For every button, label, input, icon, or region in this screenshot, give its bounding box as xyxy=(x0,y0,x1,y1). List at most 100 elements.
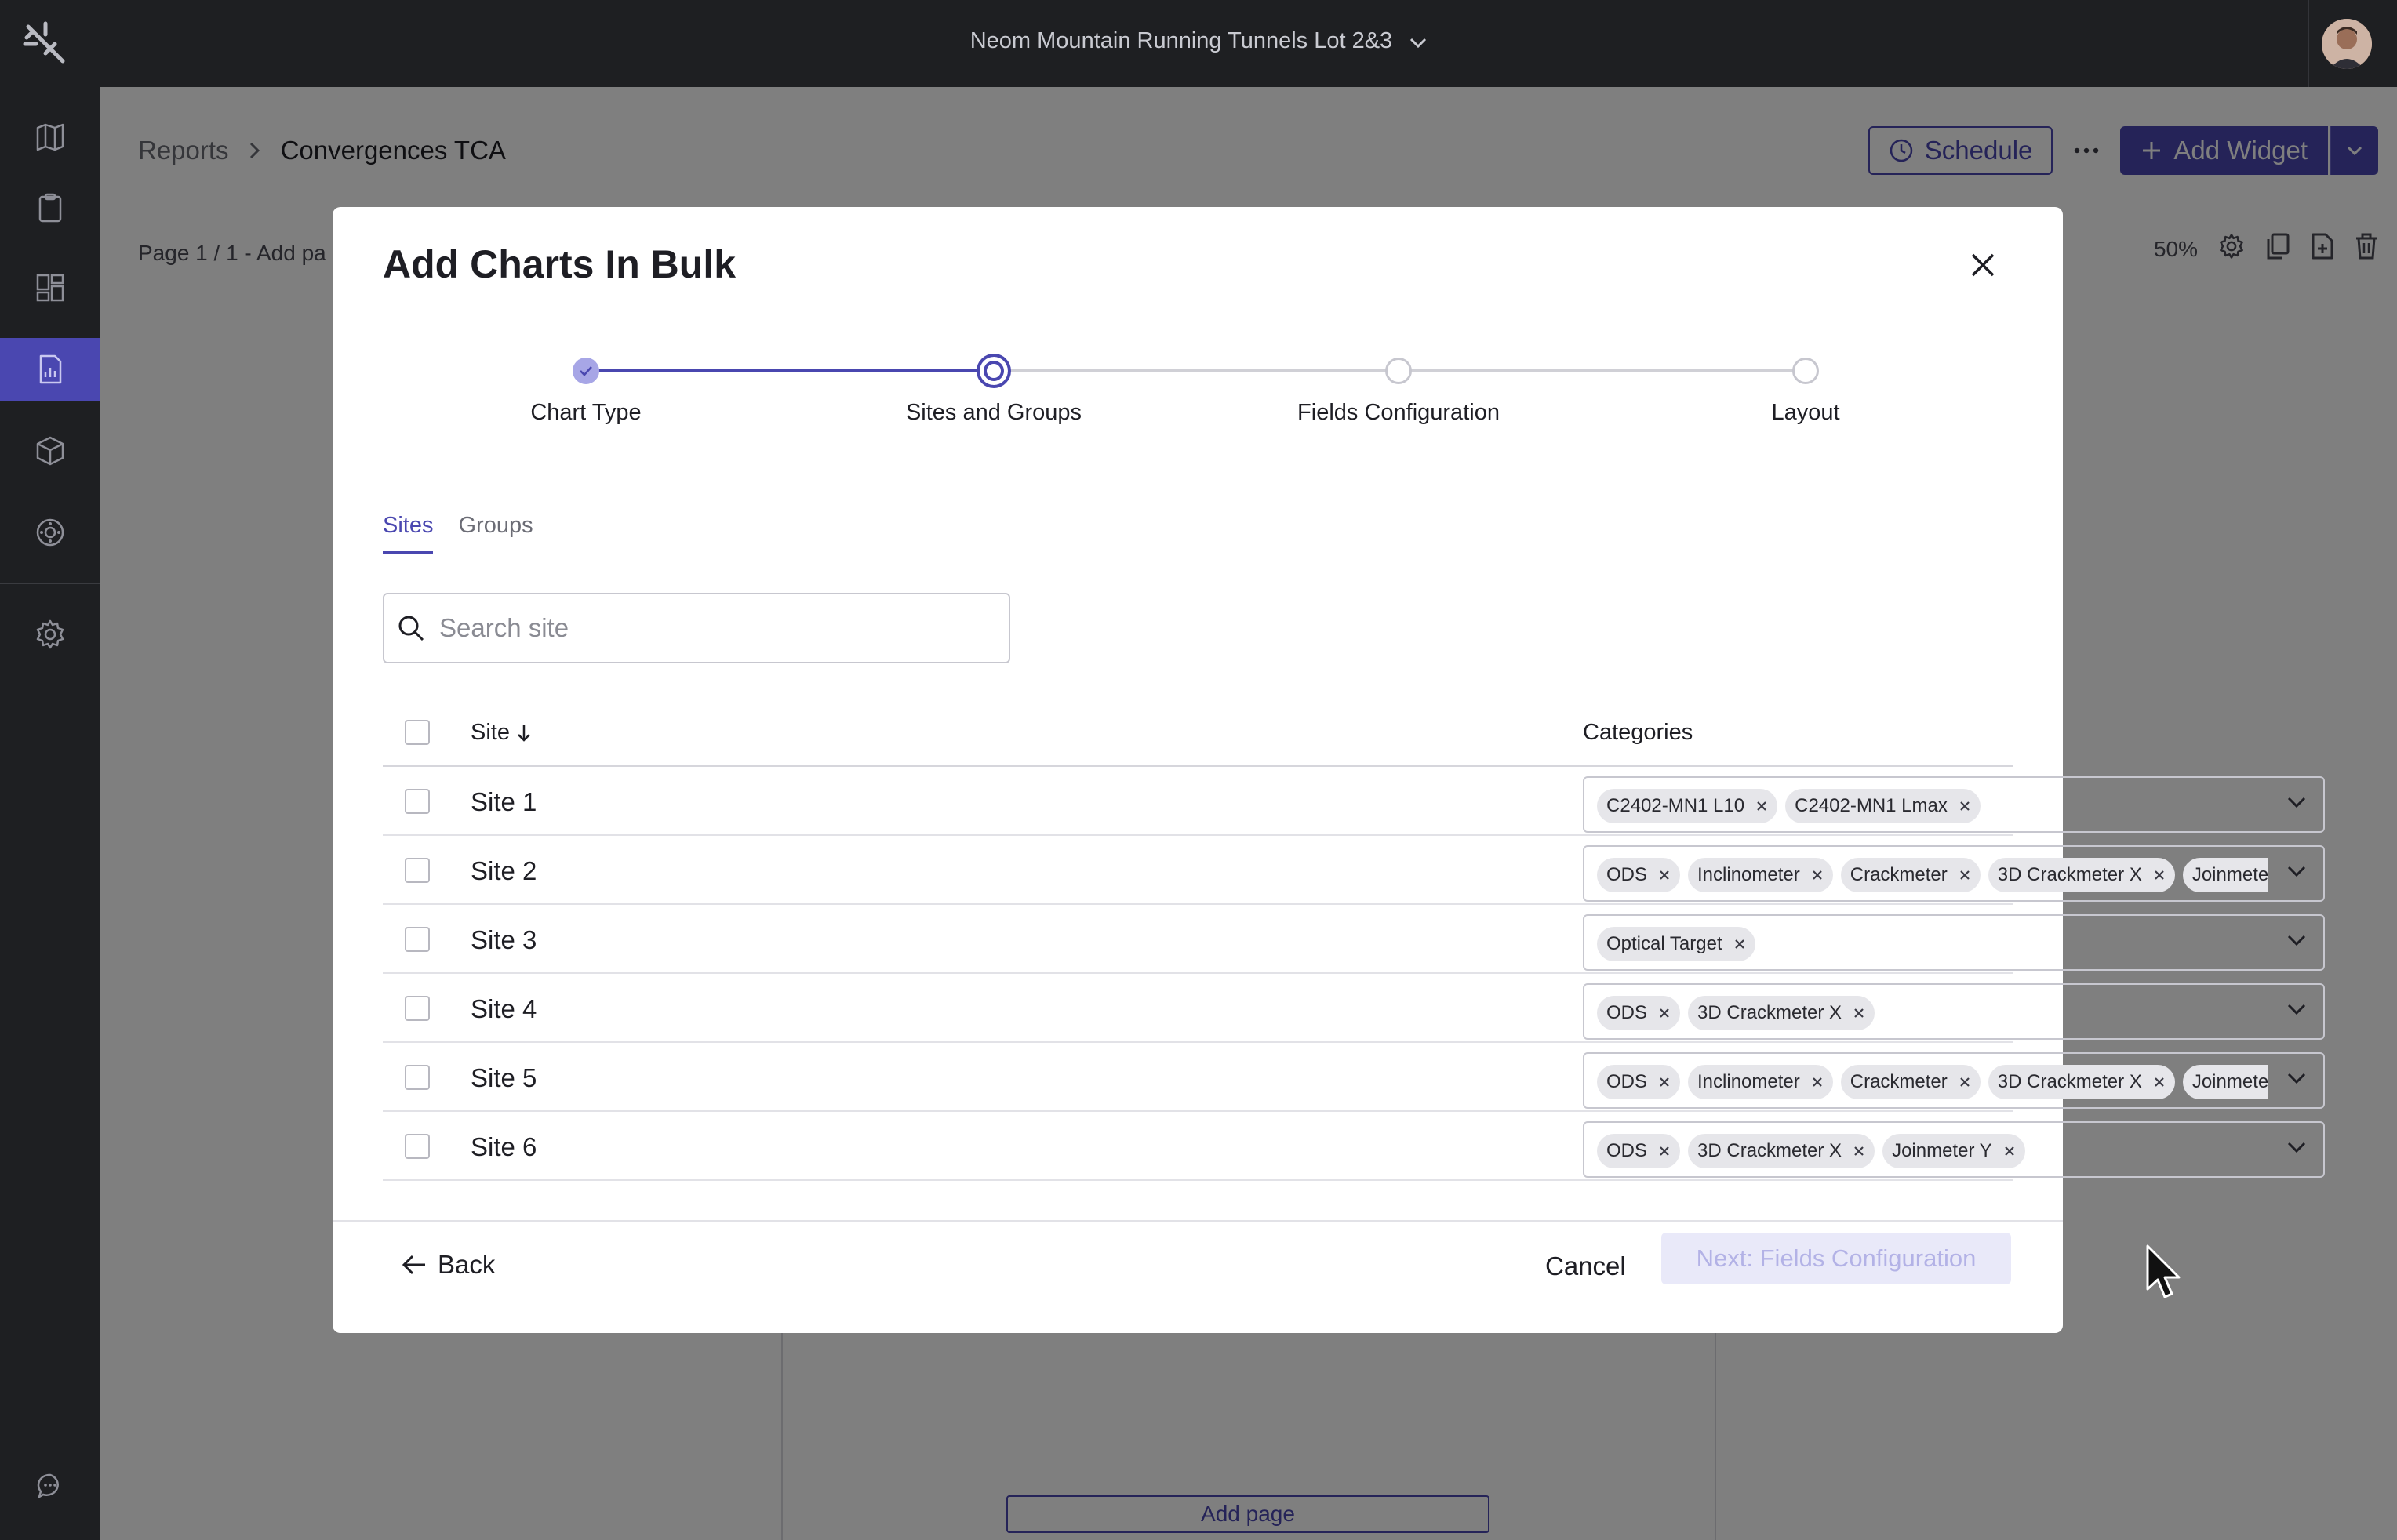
chevron-down-icon[interactable] xyxy=(2287,1073,2306,1088)
category-chip: ODS xyxy=(1597,996,1681,1030)
chevron-down-icon[interactable] xyxy=(2287,797,2306,812)
next-fields-configuration-button[interactable]: Next: Fields Configuration xyxy=(1661,1233,2011,1284)
sidebar-item-sensors[interactable] xyxy=(0,501,100,564)
sidebar-item-dashboard[interactable] xyxy=(0,256,100,319)
row-checkbox[interactable] xyxy=(405,1134,430,1159)
search-icon xyxy=(398,616,424,641)
category-chip-label: ODS xyxy=(1606,1071,1648,1092)
gear-icon xyxy=(36,619,64,649)
site-name: Site 5 xyxy=(471,1063,537,1092)
sidebar-item-clipboard[interactable] xyxy=(0,176,100,239)
sidebar-item-settings[interactable] xyxy=(0,603,100,666)
table-row[interactable]: Site 2 ODS Inclinometer Crackmeter 3D Crackm… xyxy=(383,836,2325,905)
site-name: Site 3 xyxy=(471,925,537,954)
remove-chip-close-icon[interactable] xyxy=(1811,1076,1824,1088)
remove-chip-close-icon[interactable] xyxy=(1733,938,1746,950)
dialog-footer-divider xyxy=(333,1220,2063,1222)
remove-chip-close-icon[interactable] xyxy=(1658,869,1671,881)
stepper-progress-line xyxy=(586,369,994,372)
cancel-button[interactable]: Cancel xyxy=(1545,1251,1626,1281)
table-row[interactable]: Site 6 ODS 3D Crackmeter X Joinmeter Y xyxy=(383,1112,2325,1181)
search-site-field[interactable] xyxy=(383,593,1010,663)
category-chip: C2402-MN1 L10 xyxy=(1597,789,1778,823)
back-button[interactable]: Back xyxy=(402,1250,495,1280)
step-label-layout: Layout xyxy=(1771,400,1840,425)
chevron-down-icon[interactable] xyxy=(2287,866,2306,881)
row-checkbox[interactable] xyxy=(405,1065,430,1090)
row-checkbox[interactable] xyxy=(405,789,430,814)
cube-icon xyxy=(36,436,64,466)
project-selector[interactable]: Neom Mountain Running Tunnels Lot 2&3 xyxy=(0,28,2397,55)
category-chip: Crackmeter xyxy=(1840,1065,1981,1099)
category-chip: ODS xyxy=(1597,858,1681,892)
chevron-down-icon xyxy=(1409,29,1427,55)
add-charts-bulk-dialog: Add Charts In Bulk Chart Type Sites and … xyxy=(333,207,2325,1333)
remove-chip-close-icon[interactable] xyxy=(1959,869,1971,881)
remove-chip-close-icon[interactable] xyxy=(1959,800,1971,812)
chevron-down-icon[interactable] xyxy=(2287,935,2306,950)
categories-multiselect[interactable]: ODS 3D Crackmeter X Joinmeter Y xyxy=(1583,1121,2325,1178)
category-chip: Inclinometer xyxy=(1688,1065,1833,1099)
categories-multiselect[interactable]: ODS Inclinometer Crackmeter 3D Crackmeter X… xyxy=(1583,845,2325,902)
sidebar-item-models[interactable] xyxy=(0,420,100,482)
remove-chip-close-icon[interactable] xyxy=(1755,800,1768,812)
column-header-site-label: Site xyxy=(471,720,510,745)
step-sites-groups-dot xyxy=(977,354,1011,388)
step-label-chart-type: Chart Type xyxy=(530,400,642,425)
remove-chip-close-icon[interactable] xyxy=(1658,1076,1671,1088)
categories-multiselect[interactable]: ODS Inclinometer Crackmeter 3D Crackmeter X… xyxy=(1583,1052,2325,1109)
categories-multiselect[interactable]: C2402-MN1 L10 C2402-MN1 Lmax xyxy=(1583,776,2325,833)
site-name: Site 1 xyxy=(471,787,537,816)
sidebar-item-chat[interactable] xyxy=(0,1455,100,1517)
category-chip-label: 3D Crackmeter X xyxy=(1697,1002,1842,1023)
remove-chip-close-icon[interactable] xyxy=(2153,1076,2166,1088)
category-chip-label: Optical Target xyxy=(1606,933,1722,954)
row-checkbox[interactable] xyxy=(405,927,430,952)
search-site-input[interactable] xyxy=(439,613,988,643)
row-checkbox[interactable] xyxy=(405,996,430,1021)
arrow-down-icon xyxy=(518,724,530,742)
column-header-categories: Categories xyxy=(1583,720,1693,745)
remove-chip-close-icon[interactable] xyxy=(1811,869,1824,881)
select-all-checkbox[interactable] xyxy=(405,720,430,745)
close-button[interactable] xyxy=(1966,248,2000,282)
sidebar-item-reports[interactable] xyxy=(0,338,100,401)
table-row[interactable]: Site 4 ODS 3D Crackmeter X xyxy=(383,974,2325,1043)
remove-chip-close-icon[interactable] xyxy=(2153,869,2166,881)
table-row[interactable]: Site 3 Optical Target xyxy=(383,905,2325,974)
chevron-down-icon[interactable] xyxy=(2287,1142,2306,1157)
tab-groups[interactable]: Groups xyxy=(458,513,533,554)
row-checkbox[interactable] xyxy=(405,858,430,883)
dialog-title: Add Charts In Bulk xyxy=(383,242,737,286)
category-chip: Joinmeter Y xyxy=(1882,1134,2025,1168)
categories-multiselect[interactable]: ODS 3D Crackmeter X xyxy=(1583,983,2325,1040)
avatar[interactable] xyxy=(2322,19,2372,69)
remove-chip-close-icon[interactable] xyxy=(1853,1007,1865,1019)
step-label-fields-config: Fields Configuration xyxy=(1297,400,1500,425)
remove-chip-close-icon[interactable] xyxy=(1959,1076,1971,1088)
target-icon xyxy=(36,518,64,547)
remove-chip-close-icon[interactable] xyxy=(2003,1145,2016,1157)
category-chip-label: C2402-MN1 L10 xyxy=(1606,795,1745,816)
site-name: Site 2 xyxy=(471,856,537,885)
dashboard-icon xyxy=(36,274,64,302)
category-chip: ODS xyxy=(1597,1065,1681,1099)
sidebar-item-map[interactable] xyxy=(0,106,100,169)
category-chip-label: Crackmeter xyxy=(1850,864,1948,885)
table-row[interactable]: Site 5 ODS Inclinometer Crackmeter 3D Crackm… xyxy=(383,1043,2325,1112)
chevron-down-icon[interactable] xyxy=(2287,1004,2306,1019)
chat-icon xyxy=(37,1473,59,1499)
column-header-site[interactable]: Site xyxy=(471,720,532,746)
remove-chip-close-icon[interactable] xyxy=(1658,1007,1671,1019)
remove-chip-close-icon[interactable] xyxy=(1853,1145,1865,1157)
categories-multiselect[interactable]: Optical Target xyxy=(1583,914,2325,971)
table-row[interactable]: Site 1 C2402-MN1 L10 C2402-MN1 Lmax xyxy=(383,767,2325,836)
category-chip-label: Inclinometer xyxy=(1697,864,1800,885)
remove-chip-close-icon[interactable] xyxy=(1658,1145,1671,1157)
site-name: Site 4 xyxy=(471,994,537,1023)
tab-sites[interactable]: Sites xyxy=(383,513,434,554)
category-chip: ODS xyxy=(1597,1134,1681,1168)
category-chip-label: 3D Crackmeter X xyxy=(1997,864,2142,885)
arrow-left-icon xyxy=(402,1255,425,1275)
sidebar xyxy=(0,87,100,1540)
